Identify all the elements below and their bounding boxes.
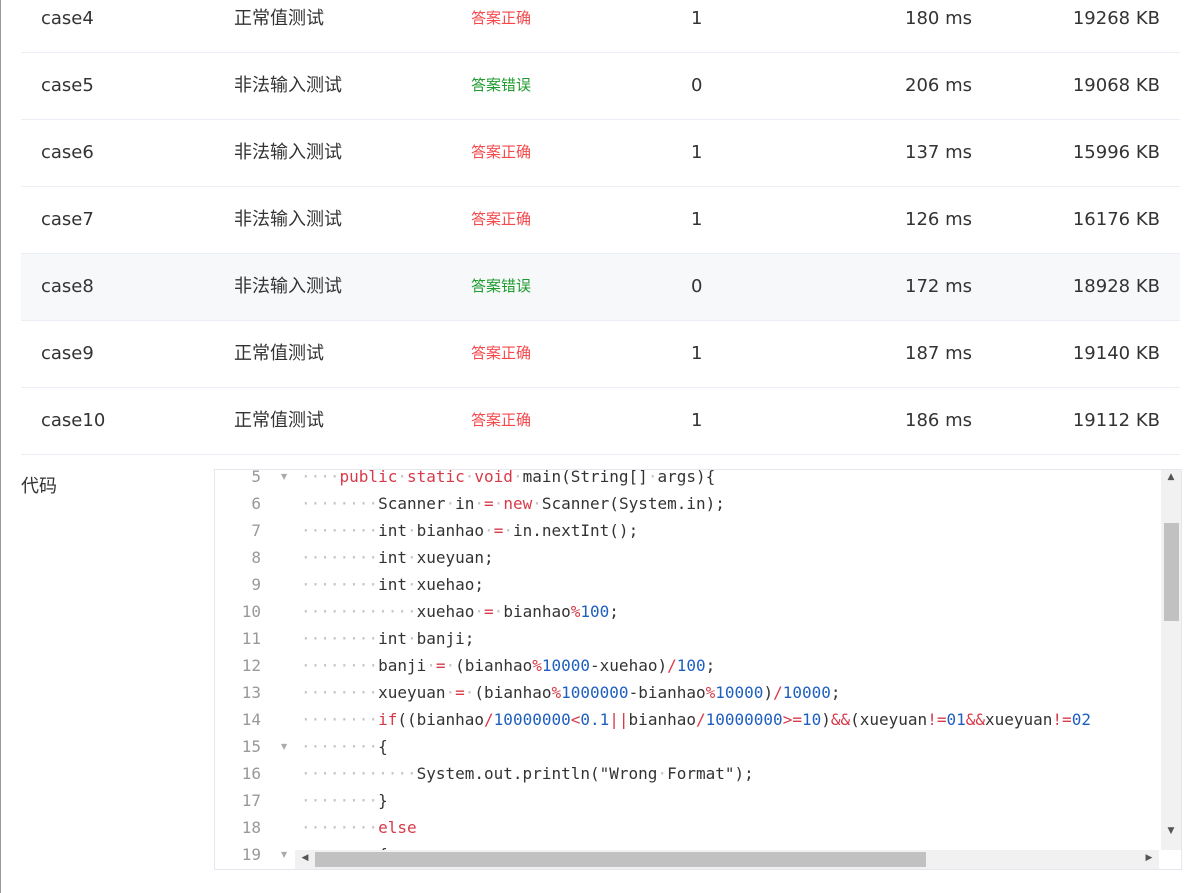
line-number: 12 — [241, 656, 261, 675]
score-value: 1 — [691, 209, 703, 230]
scroll-up-arrow-icon[interactable]: ▲ — [1161, 472, 1181, 482]
line-number: 10 — [241, 602, 261, 621]
case-name: case4 — [41, 8, 94, 29]
line-number: 8 — [251, 548, 261, 567]
case-name: case7 — [41, 209, 94, 230]
code-line[interactable]: ········if((bianhao/10000000<0.1||bianha… — [301, 706, 1091, 733]
vertical-scrollbar[interactable]: ▲ ▼ — [1161, 470, 1181, 850]
table-row: case5 非法输入测试 答案错误 0 206 ms 19068 KB — [21, 53, 1180, 120]
result-badge: 答案错误 — [471, 76, 532, 94]
time-value: 126 ms — [905, 209, 972, 230]
score-value: 0 — [691, 276, 703, 297]
code-line[interactable]: ········xueyuan·=·(bianhao%1000000-bianh… — [301, 679, 841, 706]
case-name: case6 — [41, 142, 94, 163]
left-border — [0, 0, 1, 893]
case-name: case5 — [41, 75, 94, 96]
line-number: 16 — [241, 764, 261, 783]
code-line[interactable]: ········int·xueyuan; — [301, 544, 494, 571]
line-number: 5 — [251, 469, 261, 486]
line-number: 17 — [241, 791, 261, 810]
code-line[interactable]: ········} — [301, 787, 388, 814]
test-type: 正常值测试 — [234, 8, 324, 29]
code-line[interactable]: ········int·bianhao·=·in.nextInt(); — [301, 517, 638, 544]
case-name: case8 — [41, 276, 94, 297]
line-number: 7 — [251, 521, 261, 540]
code-line[interactable]: ····public·static·void·main(String[]·arg… — [301, 470, 715, 490]
scroll-right-arrow-icon[interactable]: ▶ — [1139, 853, 1159, 863]
case-name: case10 — [41, 410, 106, 431]
line-number: 6 — [251, 494, 261, 513]
time-value: 180 ms — [905, 8, 972, 29]
memory-value: 19112 KB — [1072, 410, 1160, 431]
vertical-scrollbar-thumb[interactable] — [1164, 523, 1179, 621]
test-type: 非法输入测试 — [234, 276, 342, 297]
time-value: 187 ms — [905, 343, 972, 364]
line-number: 19 — [241, 845, 261, 864]
score-value: 1 — [691, 142, 703, 163]
table-row: case10 正常值测试 答案正确 1 186 ms 19112 KB — [21, 388, 1180, 455]
code-content[interactable]: ····public·static·void·main(String[]·arg… — [295, 470, 1159, 850]
memory-value: 19068 KB — [1072, 75, 1160, 96]
table-row: case8 非法输入测试 答案错误 0 172 ms 18928 KB — [21, 254, 1180, 321]
memory-value: 19140 KB — [1072, 343, 1160, 364]
fold-arrow-icon[interactable]: ▼ — [281, 470, 287, 490]
table-row: case6 非法输入测试 答案正确 1 137 ms 15996 KB — [21, 120, 1180, 187]
scroll-down-arrow-icon[interactable]: ▼ — [1161, 826, 1181, 836]
code-line[interactable]: ········int·xuehao; — [301, 571, 484, 598]
result-badge: 答案正确 — [471, 9, 532, 27]
table-row: case7 非法输入测试 答案正确 1 126 ms 16176 KB — [21, 187, 1180, 254]
table-row: case9 正常值测试 答案正确 1 187 ms 19140 KB — [21, 321, 1180, 388]
memory-value: 16176 KB — [1072, 209, 1160, 230]
testcase-table: case4 正常值测试 答案正确 1 180 ms 19268 KB case5 非法输入测试… — [21, 0, 1180, 455]
score-value: 1 — [691, 343, 703, 364]
score-value: 0 — [691, 75, 703, 96]
memory-value: 19268 KB — [1072, 8, 1160, 29]
time-value: 206 ms — [905, 75, 972, 96]
line-number: 9 — [251, 575, 261, 594]
score-value: 1 — [691, 8, 703, 29]
test-type: 正常值测试 — [234, 343, 324, 364]
result-badge: 答案错误 — [471, 277, 532, 295]
scroll-left-arrow-icon[interactable]: ◀ — [295, 853, 315, 863]
code-line[interactable]: ············System.out.println("Wrong·Fo… — [301, 760, 754, 787]
code-line[interactable]: ········else — [301, 814, 417, 841]
code-line[interactable]: ········{ — [301, 841, 388, 850]
scrollbar-corner — [1161, 850, 1181, 869]
memory-value: 18928 KB — [1072, 276, 1160, 297]
fold-arrow-icon[interactable]: ▼ — [281, 733, 287, 760]
result-badge: 答案正确 — [471, 344, 532, 362]
horizontal-scrollbar-thumb[interactable] — [315, 852, 926, 867]
time-value: 172 ms — [905, 276, 972, 297]
code-line[interactable]: ········int·banji; — [301, 625, 474, 652]
code-label: 代码 — [21, 476, 57, 497]
line-number: 13 — [241, 683, 261, 702]
code-line[interactable]: ············xuehao·=·bianhao%100; — [301, 598, 619, 625]
table-row: case4 正常值测试 答案正确 1 180 ms 19268 KB — [21, 0, 1180, 53]
line-number-gutter: 5 ▼ 6 7 8 9 10 11 12 13 14 15 ▼ 16 17 18 19 ▼ — [215, 469, 295, 864]
time-value: 137 ms — [905, 142, 972, 163]
line-number: 18 — [241, 818, 261, 837]
result-badge: 答案正确 — [471, 210, 532, 228]
code-line[interactable]: ········banji·=·(bianhao%10000-xuehao)/1… — [301, 652, 715, 679]
line-number: 14 — [241, 710, 261, 729]
case-name: case9 — [41, 343, 94, 364]
line-number: 15 — [241, 737, 261, 756]
code-line[interactable]: ········{ — [301, 733, 388, 760]
test-type: 正常值测试 — [234, 410, 324, 431]
test-type: 非法输入测试 — [234, 75, 342, 96]
fold-arrow-icon[interactable]: ▼ — [281, 841, 287, 868]
result-badge: 答案正确 — [471, 411, 532, 429]
time-value: 186 ms — [905, 410, 972, 431]
horizontal-scrollbar[interactable]: ◀ ▶ — [295, 850, 1159, 869]
test-type: 非法输入测试 — [234, 142, 342, 163]
memory-value: 15996 KB — [1072, 142, 1160, 163]
score-value: 1 — [691, 410, 703, 431]
code-editor[interactable]: 5 ▼ 6 7 8 9 10 11 12 13 14 15 ▼ 16 17 18 19 ▼ ····public·… — [214, 469, 1182, 870]
test-type: 非法输入测试 — [234, 209, 342, 230]
line-number: 11 — [241, 629, 261, 648]
code-line[interactable]: ········Scanner·in·=·new·Scanner(System.… — [301, 490, 725, 517]
result-badge: 答案正确 — [471, 143, 532, 161]
